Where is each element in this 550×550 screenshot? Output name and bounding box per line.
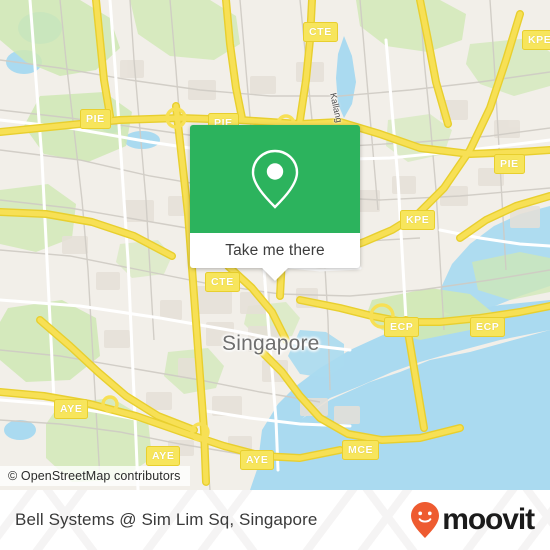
- highway-shield-aye: AYE: [240, 450, 275, 470]
- highway-shield-pie: PIE: [494, 154, 525, 174]
- moovit-wordmark: moovit: [442, 503, 535, 536]
- callout-action-panel[interactable]: Take me there: [190, 233, 360, 281]
- callout-icon-panel: [190, 125, 360, 233]
- moovit-brand-logo[interactable]: moovit: [410, 501, 535, 539]
- location-callout-card[interactable]: Take me there: [190, 125, 360, 281]
- highway-shield-mce: MCE: [342, 440, 380, 460]
- osm-attribution[interactable]: © OpenStreetMap contributors: [0, 466, 190, 486]
- highway-shield-cte: CTE: [205, 272, 240, 292]
- highway-shield-ecp: ECP: [470, 317, 506, 337]
- highway-shield-cte: CTE: [303, 22, 338, 42]
- callout-pointer-tail: [262, 268, 288, 281]
- map-canvas[interactable]: Singapore Kallang CTE KPE PIE PIE PIE KP…: [0, 0, 550, 490]
- highway-shield-pie: PIE: [80, 109, 111, 129]
- map-pin-icon: [251, 149, 299, 209]
- highway-shield-kpe: KPE: [522, 30, 550, 50]
- map-screenshot: Singapore Kallang CTE KPE PIE PIE PIE KP…: [0, 0, 550, 550]
- highway-shield-kpe: KPE: [400, 210, 436, 230]
- highway-shield-aye: AYE: [146, 446, 181, 466]
- footer-bar: Bell Systems @ Sim Lim Sq, Singapore moo…: [0, 490, 550, 550]
- highway-shield-ecp: ECP: [384, 317, 420, 337]
- moovit-pin-smiley-icon: [411, 502, 440, 538]
- take-me-there-label: Take me there: [225, 241, 325, 259]
- place-title: Bell Systems @ Sim Lim Sq, Singapore: [15, 510, 318, 529]
- highway-shield-aye: AYE: [54, 399, 89, 419]
